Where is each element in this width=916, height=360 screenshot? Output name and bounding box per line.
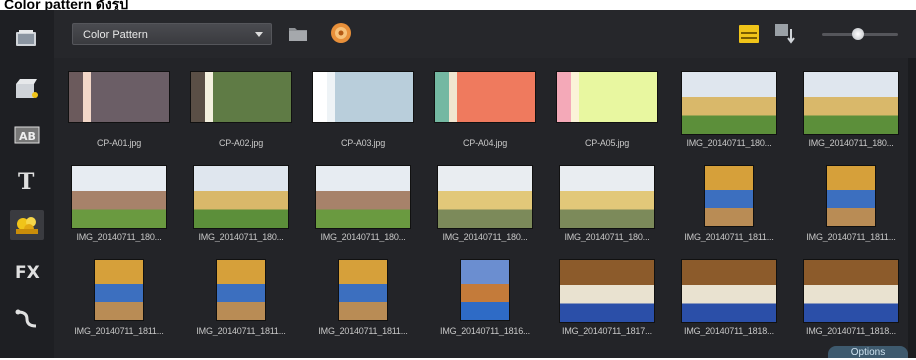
library-item-label: IMG_20140711_1818...	[684, 326, 774, 336]
library-item-label: IMG_20140711_180...	[808, 138, 894, 148]
photo-thumbnail	[194, 166, 288, 228]
library-item-label: IMG_20140711_180...	[198, 232, 284, 242]
library-item[interactable]: CP-A04.jpg	[426, 68, 544, 160]
library-item-label: CP-A05.jpg	[584, 138, 630, 148]
library-item[interactable]: IMG_20140711_180...	[792, 68, 910, 160]
library-item[interactable]: IMG_20140711_180...	[548, 162, 666, 254]
photo-thumbnail	[682, 72, 776, 134]
color-pattern-thumbnail	[69, 72, 169, 122]
library-item[interactable]: IMG_20140711_180...	[60, 162, 178, 254]
svg-text:FX: FX	[15, 263, 40, 282]
library-item[interactable]: IMG_20140711_180...	[670, 68, 788, 160]
photo-thumbnail	[72, 166, 166, 228]
library-item-label: IMG_20140711_1811...	[196, 326, 286, 336]
library-item[interactable]: CP-A01.jpg	[60, 68, 178, 160]
library-item-label: CP-A03.jpg	[340, 138, 386, 148]
vertical-scrollbar[interactable]	[908, 58, 916, 358]
library-toolbar: Color Pattern	[54, 10, 916, 58]
library-item-label: IMG_20140711_1816...	[440, 326, 530, 336]
library-item-label: IMG_20140711_1811...	[74, 326, 164, 336]
color-pattern-thumbnail	[557, 72, 657, 122]
photo-thumbnail	[804, 260, 898, 322]
library-item-label: CP-A01.jpg	[96, 138, 142, 148]
path-icon[interactable]	[10, 304, 44, 334]
library-item[interactable]: IMG_20140711_180...	[426, 162, 544, 254]
library-item[interactable]: IMG_20140711_1811...	[792, 162, 910, 254]
library-item-label: IMG_20140711_180...	[686, 138, 772, 148]
library-item[interactable]: IMG_20140711_180...	[182, 162, 300, 254]
library-item[interactable]: IMG_20140711_1811...	[182, 256, 300, 348]
transition-icon[interactable]: AB	[10, 120, 44, 150]
library-item-label: IMG_20140711_1818...	[806, 326, 896, 336]
chevron-down-icon	[255, 32, 263, 37]
library-item[interactable]: CP-A02.jpg	[182, 68, 300, 160]
title-icon[interactable]: T	[10, 166, 44, 196]
library-item-label: IMG_20140711_180...	[76, 232, 162, 242]
color-pattern-thumbnail	[435, 72, 535, 122]
library-grid: CP-A01.jpg CP-A02.jpg CP-A03.jpg CP-A04.jpg…	[60, 68, 906, 358]
library-item[interactable]: CP-A05.jpg	[548, 68, 666, 160]
folder-icon[interactable]	[288, 24, 308, 47]
photo-thumbnail	[95, 260, 143, 320]
color-pattern-thumbnail	[191, 72, 291, 122]
library-item[interactable]: IMG_20140711_1811...	[60, 256, 178, 348]
library-item[interactable]: IMG_20140711_1811...	[670, 162, 788, 254]
library-item[interactable]: IMG_20140711_1811...	[304, 256, 422, 348]
photo-thumbnail	[339, 260, 387, 320]
svg-text:AB: AB	[19, 130, 36, 143]
library-item[interactable]: IMG_20140711_1817...	[548, 256, 666, 348]
photo-thumbnail	[560, 166, 654, 228]
sort-icon[interactable]	[774, 23, 798, 50]
library-item[interactable]: IMG_20140711_1818...	[670, 256, 788, 348]
library-item[interactable]: CP-A03.jpg	[304, 68, 422, 160]
photo-thumbnail	[217, 260, 265, 320]
page-caption: Color pattern ดังรูป	[4, 0, 129, 10]
library-item[interactable]: IMG_20140711_180...	[304, 162, 422, 254]
library-item-label: IMG_20140711_1811...	[318, 326, 408, 336]
photo-thumbnail	[804, 72, 898, 134]
library-item-label: CP-A02.jpg	[218, 138, 264, 148]
library-item[interactable]: IMG_20140711_1818...	[792, 256, 910, 348]
library-item-label: IMG_20140711_1811...	[684, 232, 774, 242]
photo-thumbnail	[827, 166, 875, 226]
options-button[interactable]: Options	[828, 346, 908, 358]
library-item-label: IMG_20140711_180...	[564, 232, 650, 242]
svg-text:T: T	[18, 170, 35, 192]
library-category-dropdown[interactable]: Color Pattern	[72, 23, 272, 45]
library-item-label: IMG_20140711_1817...	[562, 326, 652, 336]
photo-thumbnail	[560, 260, 654, 322]
filter-icon[interactable]: FX	[10, 256, 44, 286]
library-item-label: IMG_20140711_180...	[320, 232, 406, 242]
photo-thumbnail	[438, 166, 532, 228]
library-item[interactable]: IMG_20140711_1816...	[426, 256, 544, 348]
photo-thumbnail	[316, 166, 410, 228]
photo-thumbnail	[461, 260, 509, 320]
list-view-icon[interactable]	[738, 24, 760, 49]
photo-thumbnail	[682, 260, 776, 322]
instant-project-icon[interactable]	[10, 74, 44, 104]
library-item-label: IMG_20140711_180...	[442, 232, 528, 242]
library-category-value: Color Pattern	[83, 29, 148, 41]
slider-handle[interactable]	[852, 28, 864, 40]
graphic-icon[interactable]	[10, 210, 44, 240]
library-item-label: IMG_20140711_1811...	[806, 232, 896, 242]
photo-thumbnail	[705, 166, 753, 226]
library-item-label: CP-A04.jpg	[462, 138, 508, 148]
media-icon[interactable]	[10, 24, 44, 54]
library-sidebar: AB T FX	[0, 10, 54, 358]
color-pattern-thumbnail	[313, 72, 413, 122]
library-panel: AB T FX Color Pattern CP-A01.jpg CP-A02.…	[0, 10, 916, 358]
thumbnail-size-slider[interactable]	[822, 28, 898, 40]
browse-graphics-icon[interactable]	[330, 22, 352, 49]
